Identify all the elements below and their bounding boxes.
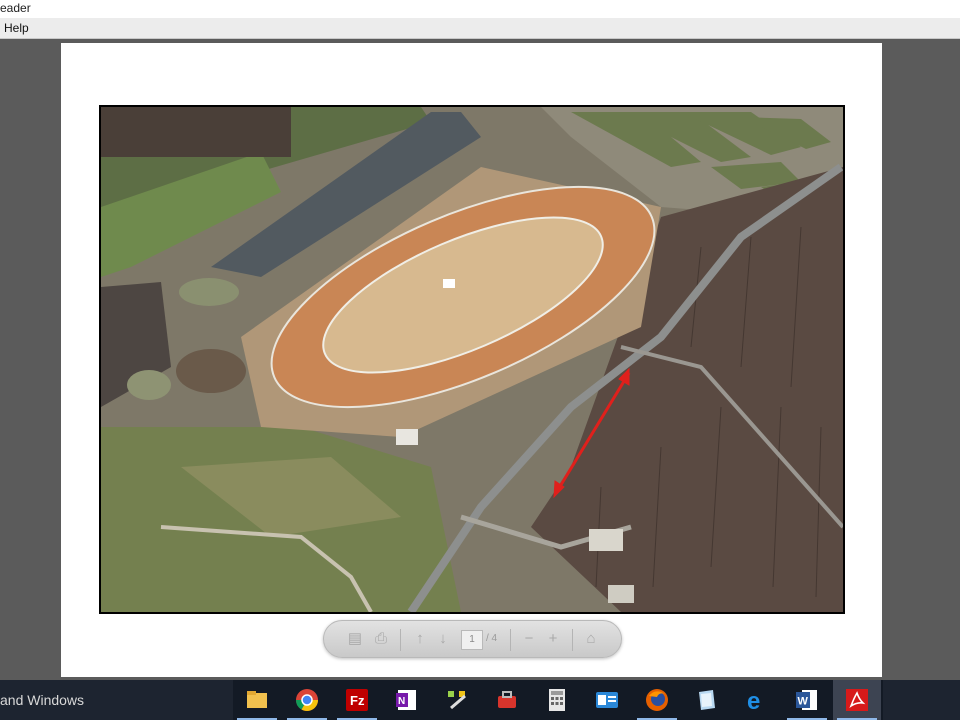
- filezilla-icon: Fz: [346, 689, 368, 711]
- taskbar-app-edge[interactable]: e: [733, 680, 781, 720]
- zoom-out-icon[interactable]: −: [520, 630, 538, 648]
- menu-help[interactable]: Help: [4, 21, 29, 35]
- taskbar-app-firefox[interactable]: [633, 680, 681, 720]
- firefox-icon: [646, 689, 668, 711]
- taskbar-app-tools[interactable]: [433, 680, 481, 720]
- file-explorer-icon: [247, 691, 267, 708]
- chrome-icon: [296, 689, 318, 711]
- pdf-page: ▤ ⎙ ↑ ↓ 1 / 4 − + ⌂: [61, 43, 882, 677]
- svg-text:e: e: [747, 688, 760, 712]
- menu-bar: Help: [0, 18, 960, 39]
- previous-page-icon[interactable]: ↑: [411, 630, 429, 648]
- next-page-icon[interactable]: ↓: [434, 630, 452, 648]
- taskbar-app-toolbox[interactable]: [483, 680, 531, 720]
- edge-icon: e: [747, 688, 760, 712]
- svg-text:W: W: [798, 696, 809, 708]
- toolbar-divider: [572, 629, 573, 651]
- svg-text:N: N: [398, 696, 405, 707]
- calculator-icon: [549, 689, 565, 711]
- taskbar-app-notepad[interactable]: [683, 680, 731, 720]
- windows-taskbar: and Windows Fz N e W: [0, 680, 960, 720]
- taskbar-app-contacts[interactable]: [583, 680, 631, 720]
- toolbox-icon: [498, 691, 516, 708]
- taskbar-app-onenote[interactable]: N: [383, 680, 431, 720]
- toolbar-divider: [400, 629, 401, 651]
- aerial-photo-frame: [99, 105, 845, 614]
- taskbar-app-word[interactable]: W: [783, 680, 831, 720]
- taskbar-app-acrobat[interactable]: [833, 680, 881, 720]
- search-box-text[interactable]: and Windows: [0, 692, 230, 708]
- tools-icon: [448, 691, 466, 710]
- taskbar-apps: Fz N e W: [233, 680, 883, 720]
- aerial-photo: [101, 107, 843, 612]
- taskbar-app-filezilla[interactable]: Fz: [333, 680, 381, 720]
- contact-card-icon: [596, 692, 618, 708]
- title-bar: eader: [0, 0, 960, 18]
- zoom-in-icon[interactable]: +: [544, 630, 562, 648]
- taskbar-app-chrome[interactable]: [283, 680, 331, 720]
- taskbar-app-calculator[interactable]: [533, 680, 581, 720]
- document-workspace[interactable]: ▤ ⎙ ↑ ↓ 1 / 4 − + ⌂: [0, 40, 960, 680]
- home-icon[interactable]: ⌂: [582, 630, 600, 648]
- page-number-input[interactable]: 1: [461, 630, 483, 650]
- floating-page-toolbar: ▤ ⎙ ↑ ↓ 1 / 4 − + ⌂: [323, 620, 622, 658]
- onenote-icon: N: [396, 690, 416, 710]
- toolbar-divider: [510, 629, 511, 651]
- svg-text:Fz: Fz: [350, 693, 365, 708]
- acrobat-icon: [846, 689, 868, 711]
- print-icon[interactable]: ⎙: [372, 630, 390, 648]
- window-title: eader: [0, 1, 31, 15]
- taskbar-app-file-explorer[interactable]: [233, 680, 281, 720]
- word-icon: W: [796, 690, 817, 710]
- page-total: / 4: [486, 633, 498, 644]
- notepad-icon: [699, 690, 715, 710]
- save-icon[interactable]: ▤: [346, 630, 364, 648]
